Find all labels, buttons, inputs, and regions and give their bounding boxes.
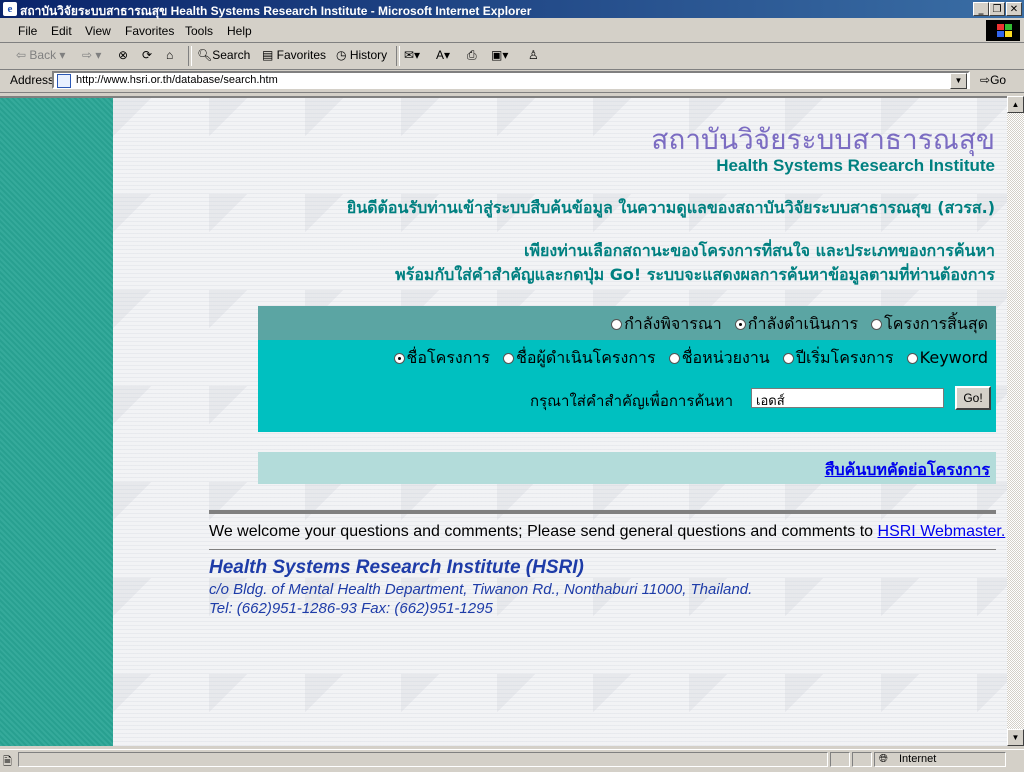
page-title-english: Health Systems Research Institute [716,156,995,175]
organization-phone: Tel: (662)951-1286-93 Fax: (662)951-1295 [209,600,493,617]
menu-tools[interactable]: Tools [185,24,213,38]
organization-name: Health Systems Research Institute (HSRI) [209,557,584,578]
welcome-text: ยินดีต้อนรับท่านเข้าสู่ระบบสืบค้นข้อมูล … [346,198,995,217]
menu-help[interactable]: Help [227,24,252,38]
favorites-icon: ▤ [262,48,277,62]
address-label: Address [10,73,55,87]
restore-button[interactable]: ❐ [989,2,1005,16]
home-button[interactable]: ⌂ [166,48,173,62]
printer-icon: ⎙ [467,48,477,62]
refresh-button[interactable]: ⟳ [142,48,152,62]
menu-view[interactable]: View [85,24,111,38]
radio-icon [503,353,515,364]
status-page-icon: 🗎︎ [3,756,12,768]
person-icon: ♙ [528,48,539,62]
thin-divider [209,549,996,550]
search-icon: 🔍︎ [197,48,213,62]
back-arrow-icon: ⇦ [16,48,30,62]
keyword-label: กรุณาใส่คำสำคัญเพื่อการค้นหา [530,392,733,410]
font-size-button[interactable]: A▾ [436,48,450,62]
search-type-organization[interactable]: ชื่อหน่วยงาน [668,348,770,367]
radio-selected-icon [734,319,746,330]
organization-address: c/o Bldg. of Mental Health Department, T… [209,581,753,598]
history-icon: ◷ [336,48,350,62]
divider [209,510,996,514]
menu-file[interactable]: File [18,24,37,38]
zone-pane: 🌐︎ Internet [874,752,1006,767]
favorites-button[interactable]: ▤ Favorites [262,48,326,62]
radio-icon [668,353,680,364]
radio-icon [871,319,883,330]
page-viewport: สถาบันวิจัยระบบสาธารณสุข Health Systems … [0,96,1007,746]
status-text-pane [18,752,828,767]
menu-favorites[interactable]: Favorites [125,24,174,38]
messenger-button[interactable]: ♙ [528,48,539,62]
abstract-search-band: สืบค้นบทคัดย่อโครงการ [258,452,996,484]
address-input[interactable]: http://www.hsri.or.th/database/search.ht… [52,71,970,89]
address-go-button[interactable]: ⇨Go [980,73,1006,87]
search-type-keyword[interactable]: Keyword [906,348,988,367]
comments-text: We welcome your questions and comments; … [209,523,1006,540]
abstract-search-link[interactable]: สืบค้นบทคัดย่อโครงการ [825,458,990,483]
address-url: http://www.hsri.or.th/database/search.ht… [76,74,278,86]
font-icon: A▾ [436,48,451,62]
search-type-start-year[interactable]: ปีเริ่มโครงการ [782,348,894,367]
print-button[interactable]: ⎙ [467,48,477,63]
standard-toolbar: ⇦ Back ▾ ⇨ ▾ ⊗ ⟳ ⌂ 🔍︎Search ▤ Favorites … [0,43,1024,70]
zone-label: Internet [899,753,937,765]
minimize-button[interactable]: _ [973,2,989,16]
history-button[interactable]: ◷ History [336,48,387,62]
menu-bar: File Edit View Favorites Tools Help [0,19,1024,43]
radio-icon [611,319,623,330]
edit-button[interactable]: ▣▾ [491,48,508,62]
mail-button[interactable]: ✉▾ [404,48,420,62]
vertical-scrollbar[interactable]: ▲ ▼ [1007,96,1024,746]
globe-icon: 🌐︎ [879,753,888,765]
forward-button[interactable]: ⇨ ▾ [82,48,101,62]
stop-icon: ⊗ [118,48,129,62]
ie-icon: e [3,2,17,16]
window-title-bar[interactable]: e สถาบันวิจัยระบบสาธารณสุข Health System… [0,0,1024,18]
close-button[interactable]: ✕ [1006,2,1022,16]
keyword-input[interactable]: เอดส์ [751,388,944,409]
address-bar: Address http://www.hsri.or.th/database/s… [0,70,1024,93]
search-type-project-name[interactable]: ชื่อโครงการ [393,348,490,367]
search-form-panel: ชื่อโครงการ ชื่อผู้ดำเนินโครงการ ชื่อหน่… [258,340,1001,432]
radio-selected-icon [393,353,405,364]
instruction-line-1: เพียงท่านเลือกสถานะของโครงการที่สนใจ และ… [524,241,995,260]
go-arrow-icon: ⇨ [980,73,991,87]
left-decorative-bar [0,98,113,746]
stop-button[interactable]: ⊗ [118,48,128,62]
scroll-up-button[interactable]: ▲ [1007,96,1024,113]
home-icon: ⌂ [166,48,174,62]
search-button[interactable]: 🔍︎Search [197,48,250,62]
address-dropdown-button[interactable]: ▼ [950,73,967,89]
webmaster-link[interactable]: HSRI Webmaster. [878,523,1006,540]
refresh-icon: ⟳ [142,48,153,62]
status-option-completed[interactable]: โครงการสิ้นสุด [871,314,988,333]
scroll-down-button[interactable]: ▼ [1007,729,1024,746]
status-bar: 🗎︎ 🌐︎ Internet [0,749,1024,769]
instruction-line-2: พร้อมกับใส่คำสำคัญและกดปุ่ม Go! ระบบจะแส… [395,265,995,284]
search-type-researcher[interactable]: ชื่อผู้ดำเนินโครงการ [503,348,656,367]
back-button[interactable]: ⇦ Back ▾ [16,48,65,62]
status-options-panel: กำลังพิจารณา กำลังดำเนินการ โครงการสิ้นส… [258,306,996,340]
page-icon [57,74,71,88]
edit-icon: ▣▾ [491,48,509,62]
status-option-in-progress[interactable]: กำลังดำเนินการ [734,314,858,333]
radio-icon [782,353,794,364]
menu-edit[interactable]: Edit [51,24,72,38]
mail-icon: ✉▾ [404,48,421,62]
status-option-considering[interactable]: กำลังพิจารณา [611,314,722,333]
windows-logo-icon [986,20,1020,41]
forward-arrow-icon: ⇨ ▾ [82,48,102,62]
radio-icon [906,353,918,364]
